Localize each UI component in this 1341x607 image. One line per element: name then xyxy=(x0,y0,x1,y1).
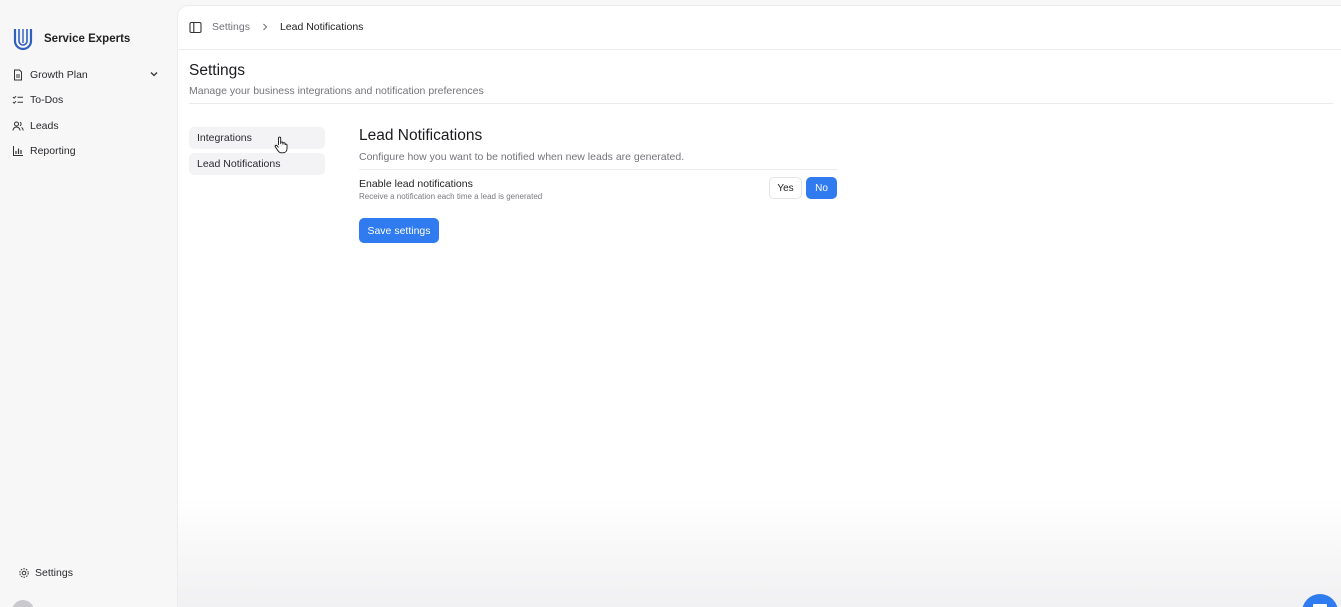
sidebar-item-label: Leads xyxy=(30,119,59,132)
sidebar-item-label: Reporting xyxy=(30,145,76,158)
breadcrumb: Settings Lead Notifications xyxy=(212,21,363,33)
sidebar-item-label: To-Dos xyxy=(30,94,64,107)
bottom-fade xyxy=(178,497,1341,607)
yes-no-toggle: Yes No xyxy=(769,177,837,199)
save-settings-button[interactable]: Save settings xyxy=(359,218,439,243)
header-divider xyxy=(189,103,1333,104)
page-header: Settings Manage your business integratio… xyxy=(189,62,484,97)
settings-subnav: Integrations Lead Notifications xyxy=(189,127,325,179)
page-title: Settings xyxy=(189,62,246,79)
brand-logo-icon xyxy=(13,29,33,51)
document-icon xyxy=(12,69,24,81)
topbar: Settings Lead Notifications xyxy=(178,6,1341,50)
users-icon xyxy=(12,120,24,132)
no-button[interactable]: No xyxy=(806,177,837,199)
page-subtitle: Manage your business integrations and no… xyxy=(189,85,484,97)
lead-notifications-panel: Lead Notifications Configure how you wan… xyxy=(359,127,839,243)
subnav-item-integrations[interactable]: Integrations xyxy=(189,127,325,149)
sidebar-item-reporting[interactable]: Reporting xyxy=(0,139,177,165)
setting-help: Receive a notification each time a lead … xyxy=(359,192,543,201)
bar-chart-icon xyxy=(12,145,24,157)
panel-title: Lead Notifications xyxy=(359,127,483,144)
brand[interactable]: Service Experts xyxy=(12,26,130,52)
sidebar-item-growth-plan[interactable]: Growth Plan xyxy=(0,62,177,88)
checklist-icon xyxy=(12,94,24,106)
sidebar-nav: Growth Plan To-Dos Leads Reporting xyxy=(0,62,177,164)
subnav-item-lead-notifications[interactable]: Lead Notifications xyxy=(189,153,325,175)
main-panel: Settings Lead Notifications Settings Man… xyxy=(178,6,1341,607)
chevron-down-icon[interactable] xyxy=(149,69,159,79)
breadcrumb-settings-link[interactable]: Settings xyxy=(212,21,250,33)
gear-icon xyxy=(18,567,30,579)
setting-row-enable-lead-notifications: Enable lead notifications Receive a noti… xyxy=(359,170,839,210)
yes-button[interactable]: Yes xyxy=(769,177,802,199)
sidebar-item-leads[interactable]: Leads xyxy=(0,113,177,139)
chevron-right-icon xyxy=(261,23,269,31)
sidebar-footer-label: Settings xyxy=(35,567,73,579)
sidebar-item-settings[interactable]: Settings xyxy=(18,567,73,579)
sidebar-toggle-icon[interactable] xyxy=(189,21,202,34)
brand-name: Service Experts xyxy=(44,33,131,45)
hand-cursor-icon xyxy=(274,136,288,154)
avatar[interactable] xyxy=(12,600,34,607)
sidebar: Service Experts Growth Plan To-Dos Leads xyxy=(0,0,177,607)
panel-subtitle: Configure how you want to be notified wh… xyxy=(359,151,685,163)
chat-icon xyxy=(1313,604,1327,607)
breadcrumb-current: Lead Notifications xyxy=(279,21,364,33)
sidebar-item-to-dos[interactable]: To-Dos xyxy=(0,88,177,114)
setting-label: Enable lead notifications xyxy=(359,178,473,190)
sidebar-item-label: Growth Plan xyxy=(30,68,88,81)
